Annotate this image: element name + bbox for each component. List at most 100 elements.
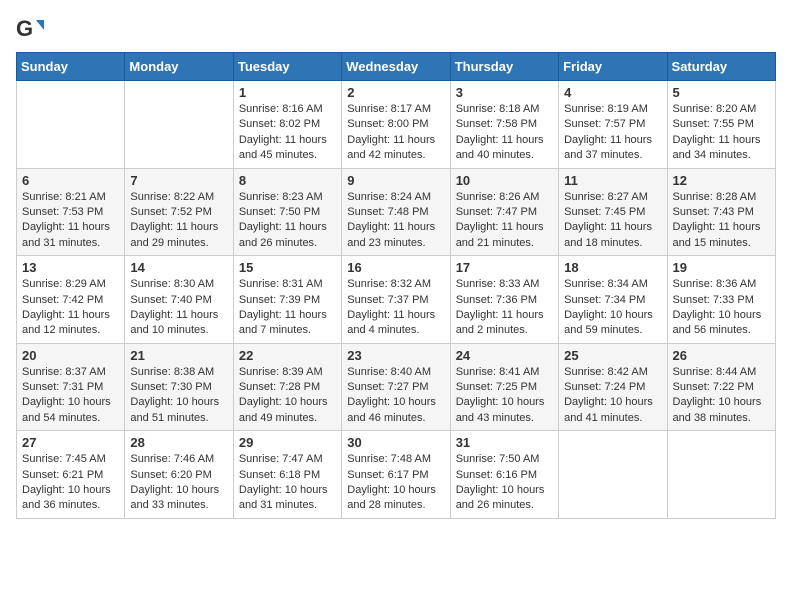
- day-number: 29: [239, 435, 336, 450]
- daylight-label: Daylight: 10 hours and 31 minutes.: [239, 484, 328, 511]
- daylight-label: Daylight: 10 hours and 41 minutes.: [564, 396, 653, 423]
- sunrise-label: Sunrise: 8:21 AM: [22, 191, 106, 203]
- day-info: Sunrise: 8:34 AM Sunset: 7:34 PM Dayligh…: [564, 277, 661, 339]
- column-header-wednesday: Wednesday: [342, 53, 450, 81]
- column-header-friday: Friday: [559, 53, 667, 81]
- day-cell-29: 29 Sunrise: 7:47 AM Sunset: 6:18 PM Dayl…: [233, 431, 341, 519]
- sunset-label: Sunset: 7:40 PM: [130, 294, 211, 306]
- sunrise-label: Sunrise: 8:34 AM: [564, 278, 648, 290]
- sunrise-label: Sunrise: 8:31 AM: [239, 278, 323, 290]
- daylight-label: Daylight: 11 hours and 23 minutes.: [347, 221, 435, 248]
- day-number: 13: [22, 260, 119, 275]
- day-info: Sunrise: 8:36 AM Sunset: 7:33 PM Dayligh…: [673, 277, 770, 339]
- day-cell-15: 15 Sunrise: 8:31 AM Sunset: 7:39 PM Dayl…: [233, 256, 341, 344]
- column-header-saturday: Saturday: [667, 53, 775, 81]
- empty-cell: [559, 431, 667, 519]
- daylight-label: Daylight: 11 hours and 7 minutes.: [239, 309, 327, 336]
- day-number: 19: [673, 260, 770, 275]
- day-number: 25: [564, 348, 661, 363]
- day-info: Sunrise: 8:42 AM Sunset: 7:24 PM Dayligh…: [564, 365, 661, 427]
- sunset-label: Sunset: 7:57 PM: [564, 118, 645, 130]
- sunrise-label: Sunrise: 8:28 AM: [673, 191, 757, 203]
- day-info: Sunrise: 7:47 AM Sunset: 6:18 PM Dayligh…: [239, 452, 336, 514]
- sunset-label: Sunset: 8:02 PM: [239, 118, 320, 130]
- day-info: Sunrise: 8:40 AM Sunset: 7:27 PM Dayligh…: [347, 365, 444, 427]
- sunrise-label: Sunrise: 8:33 AM: [456, 278, 540, 290]
- sunrise-label: Sunrise: 8:26 AM: [456, 191, 540, 203]
- day-info: Sunrise: 8:38 AM Sunset: 7:30 PM Dayligh…: [130, 365, 227, 427]
- empty-cell: [667, 431, 775, 519]
- daylight-label: Daylight: 11 hours and 10 minutes.: [130, 309, 218, 336]
- day-info: Sunrise: 8:44 AM Sunset: 7:22 PM Dayligh…: [673, 365, 770, 427]
- sunset-label: Sunset: 7:31 PM: [22, 381, 103, 393]
- sunset-label: Sunset: 7:42 PM: [22, 294, 103, 306]
- sunset-label: Sunset: 7:25 PM: [456, 381, 537, 393]
- sunset-label: Sunset: 8:00 PM: [347, 118, 428, 130]
- daylight-label: Daylight: 11 hours and 34 minutes.: [673, 134, 761, 161]
- day-number: 27: [22, 435, 119, 450]
- day-info: Sunrise: 8:21 AM Sunset: 7:53 PM Dayligh…: [22, 190, 119, 252]
- daylight-label: Daylight: 10 hours and 26 minutes.: [456, 484, 545, 511]
- sunset-label: Sunset: 7:34 PM: [564, 294, 645, 306]
- day-cell-5: 5 Sunrise: 8:20 AM Sunset: 7:55 PM Dayli…: [667, 81, 775, 169]
- column-header-monday: Monday: [125, 53, 233, 81]
- day-info: Sunrise: 8:28 AM Sunset: 7:43 PM Dayligh…: [673, 190, 770, 252]
- day-number: 12: [673, 173, 770, 188]
- daylight-label: Daylight: 10 hours and 33 minutes.: [130, 484, 219, 511]
- sunset-label: Sunset: 6:16 PM: [456, 469, 537, 481]
- daylight-label: Daylight: 11 hours and 21 minutes.: [456, 221, 544, 248]
- day-number: 31: [456, 435, 553, 450]
- day-number: 15: [239, 260, 336, 275]
- sunset-label: Sunset: 7:24 PM: [564, 381, 645, 393]
- day-info: Sunrise: 8:41 AM Sunset: 7:25 PM Dayligh…: [456, 365, 553, 427]
- sunrise-label: Sunrise: 8:23 AM: [239, 191, 323, 203]
- daylight-label: Daylight: 11 hours and 37 minutes.: [564, 134, 652, 161]
- day-info: Sunrise: 8:16 AM Sunset: 8:02 PM Dayligh…: [239, 102, 336, 164]
- sunset-label: Sunset: 7:33 PM: [673, 294, 754, 306]
- week-row-2: 6 Sunrise: 8:21 AM Sunset: 7:53 PM Dayli…: [17, 168, 776, 256]
- daylight-label: Daylight: 11 hours and 4 minutes.: [347, 309, 435, 336]
- daylight-label: Daylight: 11 hours and 15 minutes.: [673, 221, 761, 248]
- day-cell-30: 30 Sunrise: 7:48 AM Sunset: 6:17 PM Dayl…: [342, 431, 450, 519]
- day-cell-21: 21 Sunrise: 8:38 AM Sunset: 7:30 PM Dayl…: [125, 343, 233, 431]
- sunrise-label: Sunrise: 7:47 AM: [239, 453, 323, 465]
- daylight-label: Daylight: 10 hours and 28 minutes.: [347, 484, 436, 511]
- sunset-label: Sunset: 6:20 PM: [130, 469, 211, 481]
- daylight-label: Daylight: 10 hours and 43 minutes.: [456, 396, 545, 423]
- day-number: 16: [347, 260, 444, 275]
- day-info: Sunrise: 8:26 AM Sunset: 7:47 PM Dayligh…: [456, 190, 553, 252]
- day-cell-8: 8 Sunrise: 8:23 AM Sunset: 7:50 PM Dayli…: [233, 168, 341, 256]
- column-header-tuesday: Tuesday: [233, 53, 341, 81]
- sunrise-label: Sunrise: 8:30 AM: [130, 278, 214, 290]
- daylight-label: Daylight: 10 hours and 36 minutes.: [22, 484, 111, 511]
- daylight-label: Daylight: 11 hours and 42 minutes.: [347, 134, 435, 161]
- daylight-label: Daylight: 10 hours and 38 minutes.: [673, 396, 762, 423]
- day-cell-19: 19 Sunrise: 8:36 AM Sunset: 7:33 PM Dayl…: [667, 256, 775, 344]
- day-number: 26: [673, 348, 770, 363]
- sunrise-label: Sunrise: 8:17 AM: [347, 103, 431, 115]
- sunset-label: Sunset: 7:53 PM: [22, 206, 103, 218]
- sunrise-label: Sunrise: 8:38 AM: [130, 366, 214, 378]
- sunrise-label: Sunrise: 8:37 AM: [22, 366, 106, 378]
- sunrise-label: Sunrise: 8:20 AM: [673, 103, 757, 115]
- day-number: 30: [347, 435, 444, 450]
- sunset-label: Sunset: 7:47 PM: [456, 206, 537, 218]
- sunset-label: Sunset: 7:36 PM: [456, 294, 537, 306]
- week-row-1: 1 Sunrise: 8:16 AM Sunset: 8:02 PM Dayli…: [17, 81, 776, 169]
- day-cell-4: 4 Sunrise: 8:19 AM Sunset: 7:57 PM Dayli…: [559, 81, 667, 169]
- day-number: 14: [130, 260, 227, 275]
- day-cell-31: 31 Sunrise: 7:50 AM Sunset: 6:16 PM Dayl…: [450, 431, 558, 519]
- day-number: 22: [239, 348, 336, 363]
- day-cell-26: 26 Sunrise: 8:44 AM Sunset: 7:22 PM Dayl…: [667, 343, 775, 431]
- daylight-label: Daylight: 10 hours and 54 minutes.: [22, 396, 111, 423]
- day-info: Sunrise: 7:46 AM Sunset: 6:20 PM Dayligh…: [130, 452, 227, 514]
- logo: G: [16, 16, 48, 44]
- day-info: Sunrise: 8:31 AM Sunset: 7:39 PM Dayligh…: [239, 277, 336, 339]
- day-cell-28: 28 Sunrise: 7:46 AM Sunset: 6:20 PM Dayl…: [125, 431, 233, 519]
- sunset-label: Sunset: 7:52 PM: [130, 206, 211, 218]
- sunrise-label: Sunrise: 7:46 AM: [130, 453, 214, 465]
- day-info: Sunrise: 8:29 AM Sunset: 7:42 PM Dayligh…: [22, 277, 119, 339]
- day-number: 17: [456, 260, 553, 275]
- daylight-label: Daylight: 10 hours and 46 minutes.: [347, 396, 436, 423]
- sunrise-label: Sunrise: 8:32 AM: [347, 278, 431, 290]
